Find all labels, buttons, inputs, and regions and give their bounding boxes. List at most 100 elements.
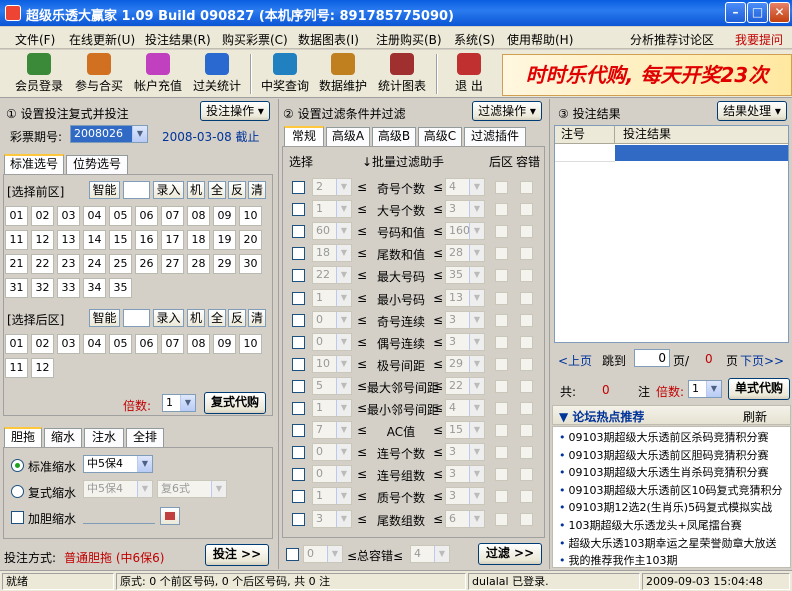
forum-item[interactable]: • 09103期超级大乐透生肖杀码竞猜积分赛 [559,464,769,480]
filter-ops-button[interactable]: 过滤操作 ▾ [472,101,542,121]
forum-item[interactable]: • 09103期12选2(生肖乐)5码复式模拟实战 [559,499,772,515]
filter-row-checkbox[interactable] [292,335,305,349]
front-number-ball[interactable]: 25 [109,254,132,274]
period-select[interactable]: 2008026 ▼ [70,125,148,143]
back-count-input[interactable] [123,309,150,327]
batch-helper-link[interactable]: ↓批量过滤助手 [362,153,444,170]
prize-query-button[interactable]: 中奖查询 [257,52,313,96]
front-number-ball[interactable]: 18 [187,230,210,250]
forum-link[interactable]: 分析推荐讨论区 [630,31,714,48]
front-number-ball[interactable]: 16 [135,230,158,250]
tab-advanced-b[interactable]: 高级B [372,127,416,146]
filter-back-checkbox[interactable] [495,512,508,526]
filter-min-select[interactable]: 0 ▼ [312,443,352,462]
filter-max-select[interactable]: 3 ▼ [445,465,485,484]
back-number-ball[interactable]: 06 [135,334,158,354]
back-number-ball[interactable]: 11 [5,358,28,378]
total-tolerance-max[interactable]: 4 ▼ [410,545,450,563]
data-maintain-button[interactable]: 数据维护 [315,52,371,96]
tab-general[interactable]: 常规 [284,126,324,146]
front-number-ball[interactable]: 31 [5,278,28,298]
filter-tolerance-checkbox[interactable] [520,490,533,504]
filter-max-select[interactable]: 4 ▼ [445,399,485,417]
filter-back-checkbox[interactable] [495,247,508,261]
tab-water[interactable]: 注水 [84,428,124,447]
add-banker-checkbox[interactable] [11,511,24,524]
front-number-ball[interactable]: 17 [161,230,184,250]
filter-row-checkbox[interactable] [292,225,305,239]
promo-banner[interactable]: 时时乐代购, 每天开奖23次 [502,54,792,96]
filter-max-select[interactable]: 3 ▼ [445,332,485,351]
filter-min-select[interactable]: 22 ▼ [312,266,352,285]
filter-row-checkbox[interactable] [292,446,305,460]
front-number-ball[interactable]: 19 [213,230,236,250]
account-recharge-button[interactable]: 帐户充值 [130,52,186,96]
front-number-ball[interactable]: 07 [161,206,184,226]
back-number-ball[interactable]: 03 [57,334,80,354]
front-clear-button[interactable]: 清 [248,181,266,199]
back-number-ball[interactable]: 09 [213,334,236,354]
filter-max-select[interactable]: 13 ▼ [445,288,485,307]
chart-button[interactable]: 统计图表 [374,52,430,96]
filter-min-select[interactable]: 0 ▼ [312,465,352,484]
back-number-ball[interactable]: 05 [109,334,132,354]
front-reverse-button[interactable]: 反 [228,181,246,199]
filter-row-checkbox[interactable] [292,424,305,438]
filter-max-select[interactable]: 4 ▼ [445,178,485,196]
member-login-button[interactable]: 会员登录 [11,52,67,96]
filter-back-checkbox[interactable] [495,402,508,415]
filter-min-select[interactable]: 7 ▼ [312,421,352,440]
comp-type-select[interactable]: 复6式 ▼ [157,480,227,498]
filter-max-select[interactable]: 3 ▼ [445,487,485,506]
maximize-button[interactable]: □ [747,2,768,23]
filter-row-checkbox[interactable] [292,490,305,504]
front-number-ball[interactable]: 29 [213,254,236,274]
filter-back-checkbox[interactable] [495,424,508,438]
filter-tolerance-checkbox[interactable] [520,247,533,261]
menu-online-update[interactable]: 在线更新(U) [69,31,135,48]
tab-advanced-a[interactable]: 高级A [326,127,370,146]
total-tolerance-min[interactable]: 0 ▼ [303,545,343,563]
filter-row-checkbox[interactable] [292,379,305,393]
front-number-ball[interactable]: 33 [57,278,80,298]
filter-tolerance-checkbox[interactable] [520,402,533,415]
filter-min-select[interactable]: 5 ▼ [312,376,352,395]
filter-tolerance-checkbox[interactable] [520,379,533,393]
tab-shrink[interactable]: 缩水 [44,428,82,447]
filter-min-select[interactable]: 1 ▼ [312,200,352,219]
filter-tolerance-checkbox[interactable] [520,225,533,239]
front-number-ball[interactable]: 04 [83,206,106,226]
back-number-ball[interactable]: 02 [31,334,54,354]
next-page-link[interactable]: 下页>> [740,352,784,369]
front-count-input[interactable] [123,181,150,199]
comp-shrink-select[interactable]: 中5保4 ▼ [83,480,153,498]
front-number-ball[interactable]: 13 [57,230,80,250]
menu-system[interactable]: 系统(S) [454,31,495,48]
front-number-ball[interactable]: 12 [31,230,54,250]
filter-max-select[interactable]: 160 ▼ [445,222,485,241]
filter-row-checkbox[interactable] [292,402,305,415]
filter-row-checkbox[interactable] [292,247,305,261]
front-number-ball[interactable]: 08 [187,206,210,226]
filter-min-select[interactable]: 1 ▼ [312,487,352,506]
forum-item[interactable]: • 103期超级大乐透龙头+凤尾擂台赛 [559,517,742,533]
front-number-ball[interactable]: 24 [83,254,106,274]
filter-tolerance-checkbox[interactable] [520,357,533,371]
filter-min-select[interactable]: 1 ▼ [312,399,352,417]
filter-row-checkbox[interactable] [292,291,305,305]
bet-ops-button[interactable]: 投注操作 ▾ [200,101,270,121]
menu-help[interactable]: 使用帮助(H) [507,31,573,48]
front-number-ball[interactable]: 02 [31,206,54,226]
ask-link[interactable]: 我要提问 [735,31,783,48]
filter-tolerance-checkbox[interactable] [520,335,533,349]
filter-tolerance-checkbox[interactable] [520,291,533,305]
filter-row-checkbox[interactable] [292,203,305,217]
filter-tolerance-checkbox[interactable] [520,269,533,283]
filter-back-checkbox[interactable] [495,203,508,217]
filter-max-select[interactable]: 22 ▼ [445,376,485,395]
back-number-ball[interactable]: 08 [187,334,210,354]
tab-filter-plugin[interactable]: 过滤插件 [464,127,526,146]
menu-bet-result[interactable]: 投注结果(R) [145,31,211,48]
filter-min-select[interactable]: 3 ▼ [312,509,352,528]
filter-max-select[interactable]: 6 ▼ [445,509,485,528]
